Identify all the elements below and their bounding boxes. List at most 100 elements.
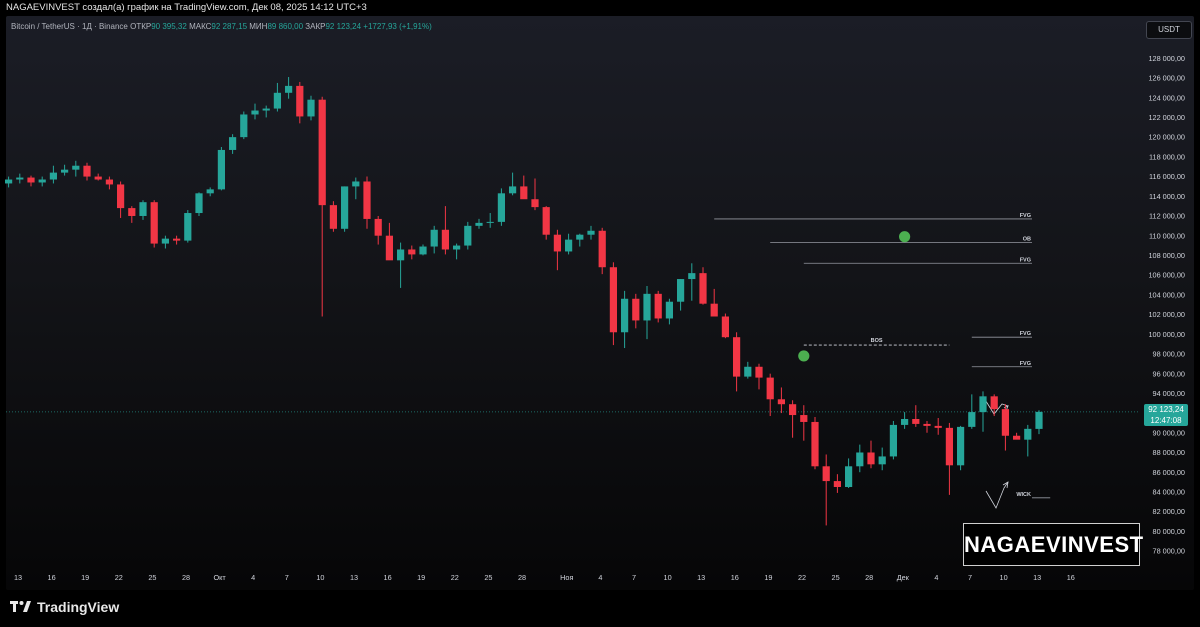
candle (520, 175, 528, 200)
candle-body (217, 149, 225, 190)
x-tick-label: Окт (213, 573, 226, 582)
candle (1013, 432, 1021, 440)
y-tick-label: 106 000,00 (1148, 271, 1185, 280)
x-tick-label: 10 (1000, 573, 1008, 582)
candle (486, 213, 494, 228)
y-tick-label: 126 000,00 (1148, 74, 1185, 83)
change-value: +1727,93 (+1,91%) (363, 22, 432, 31)
x-tick-label: 16 (1067, 573, 1075, 582)
y-tick-label: 118 000,00 (1149, 152, 1185, 161)
candle-body (430, 229, 438, 247)
x-tick-label: 25 (148, 573, 156, 582)
candle-body (957, 426, 965, 466)
candle-body (329, 205, 337, 229)
candle (542, 206, 550, 240)
candle-body (195, 193, 203, 214)
candle (105, 176, 113, 190)
candle-body (27, 177, 35, 183)
candle-body (621, 298, 629, 333)
candle-body (699, 273, 707, 304)
x-tick-label: 13 (14, 573, 22, 582)
candle (565, 233, 573, 255)
candle-body (811, 421, 819, 467)
close-value: 92 123,24 (325, 22, 362, 31)
candle (901, 412, 909, 429)
candle-body (845, 466, 853, 487)
candle (845, 458, 853, 488)
candle (161, 235, 169, 249)
candle (721, 313, 729, 339)
y-tick-label: 80 000,00 (1153, 527, 1185, 536)
current-price-value: 92 123,24 (1148, 405, 1184, 414)
candle (688, 263, 696, 301)
candle (374, 215, 382, 245)
candle (621, 290, 629, 349)
candle-body (385, 235, 393, 261)
x-tick-label: 19 (417, 573, 425, 582)
candle-body (94, 176, 102, 180)
candle-body (296, 85, 304, 117)
y-tick-label: 84 000,00 (1153, 488, 1185, 497)
candle (733, 332, 741, 392)
candle (822, 454, 830, 526)
candlestick-chart[interactable]: 78 000,00 80 000,00 82 000,00 84 000,00 86 0… (0, 0, 1200, 594)
candle-body (352, 181, 360, 187)
candle (800, 405, 808, 441)
candle (889, 420, 897, 460)
candle (117, 181, 125, 218)
candle-body (912, 418, 920, 424)
candle (38, 176, 46, 187)
candle (665, 298, 673, 325)
candle (352, 177, 360, 200)
y-tick-label: 88 000,00 (1153, 448, 1185, 457)
currency-selector[interactable]: USDT (1146, 21, 1192, 39)
candle (184, 210, 192, 243)
candle (341, 186, 349, 232)
candle (128, 206, 136, 223)
candle (509, 172, 517, 196)
candle (1024, 424, 1032, 457)
candle-body (654, 293, 662, 319)
candle-body (542, 207, 550, 235)
candle (397, 242, 405, 288)
candle-body (800, 415, 808, 422)
candle-body (1035, 411, 1043, 429)
low-value: 89 860,00 (267, 22, 304, 31)
tradingview-logo[interactable]: TradingView (10, 599, 119, 615)
candle (273, 82, 281, 112)
candle-body (576, 234, 584, 240)
candle (755, 363, 763, 390)
candle (408, 245, 416, 260)
x-tick-label: 4 (598, 573, 602, 582)
candle-body (632, 298, 640, 321)
candle (878, 447, 886, 471)
candle (441, 206, 449, 255)
candle (464, 221, 472, 250)
x-tick-label: 13 (350, 573, 358, 582)
candle (699, 267, 707, 305)
x-tick-label: 16 (48, 573, 56, 582)
candle (777, 387, 785, 414)
y-tick-label: 116 000,00 (1149, 172, 1185, 181)
candle (912, 405, 920, 427)
candle-body (486, 221, 494, 223)
low-key: МИН (249, 22, 268, 31)
x-tick-label: 16 (731, 573, 739, 582)
candle-body (38, 179, 46, 183)
candle-body (856, 452, 864, 467)
candle (654, 290, 662, 323)
candle (1001, 404, 1009, 451)
candle-body (61, 169, 69, 173)
y-tick-label: 124 000,00 (1148, 93, 1185, 102)
candle (285, 77, 293, 99)
currency-label: USDT (1158, 25, 1180, 34)
high-key: МАКС (189, 22, 212, 31)
candle-body (553, 234, 561, 252)
candle-body (934, 425, 942, 428)
level-label: FVG (1020, 213, 1031, 219)
candle-body (173, 238, 181, 241)
candle (744, 361, 752, 379)
candle-body (285, 85, 293, 93)
candle-body (598, 230, 606, 268)
y-tick-label: 102 000,00 (1148, 310, 1185, 319)
